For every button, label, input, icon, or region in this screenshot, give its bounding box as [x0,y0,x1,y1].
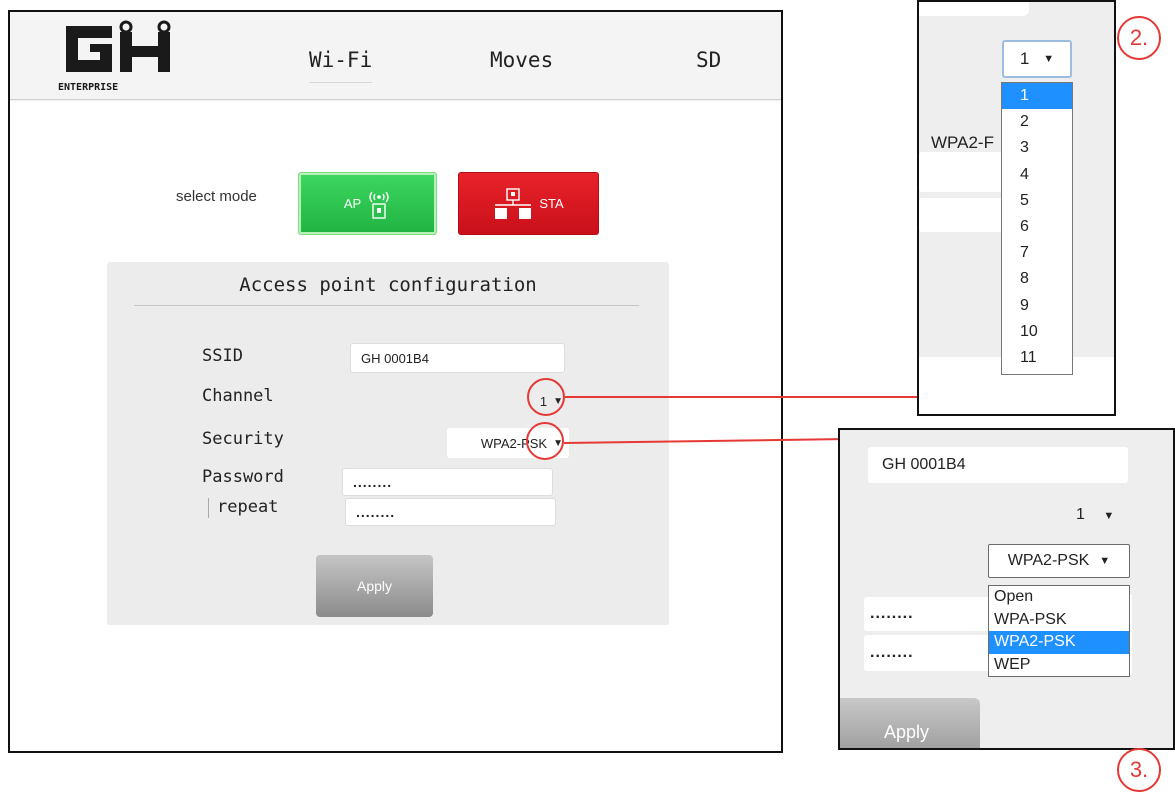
nav-sd[interactable]: SD [696,48,721,72]
zoom-channel-select[interactable]: 1 ▼ [1002,40,1072,78]
logo-subtext: ENTERPRISE [58,82,118,92]
channel-option[interactable]: 7 [1002,240,1072,266]
channel-option[interactable]: 11 [1002,345,1072,371]
zoom-ssid-field: GH 0001B4 [868,447,1128,483]
zoom-channel-value: 1 [1076,506,1085,523]
zoom-security-panel: GH 0001B4 1 ▼ WPA2-PSK ▼ ........ ......… [838,428,1175,750]
antenna-icon [369,191,389,219]
config-title: Access point configuration [239,274,537,296]
security-callout-circle [526,422,564,460]
step-2-marker: 2. [1117,16,1161,60]
channel-label: Channel [202,386,274,406]
repeat-label: repeat [217,497,279,517]
network-icon [495,187,532,219]
password-label: Password [202,467,284,487]
zoom-password-field: ........ [864,597,992,631]
header: ENTERPRISE Wi-Fi Moves SD [10,12,781,100]
sta-label: STA [539,196,564,211]
channel-option[interactable]: 10 [1002,319,1072,345]
zoom-apply-button[interactable]: Apply [840,698,980,748]
security-option[interactable]: WPA-PSK [989,609,1129,632]
repeat-mask: ........ [356,504,396,520]
channel-option[interactable]: 6 [1002,214,1072,240]
repeat-password-field[interactable]: ........ [345,498,556,526]
security-option[interactable]: WEP [989,654,1129,677]
security-option[interactable]: WPA2-PSK [989,631,1129,654]
channel-option[interactable]: 3 [1002,135,1072,161]
nav-wifi[interactable]: Wi-Fi [309,48,373,83]
chevron-down-icon: ▼ [1103,510,1115,522]
channel-option[interactable]: 2 [1002,109,1072,135]
channel-option[interactable]: 8 [1002,266,1072,292]
channel-leader-line [565,396,918,398]
zoom-channel-select[interactable]: 1 ▼ [1076,506,1114,524]
zoom-channel-selected: 1 [1019,49,1030,68]
password-field[interactable]: ........ [342,468,553,496]
select-mode-label: select mode [176,188,257,205]
channel-callout-circle [527,378,565,416]
ssid-input[interactable]: GH 0001B4 [350,343,565,373]
main-window: ENTERPRISE Wi-Fi Moves SD select mode AP… [8,10,783,753]
security-option[interactable]: Open [989,586,1129,609]
channel-option[interactable]: 4 [1002,162,1072,188]
zoom-channel-field-edge [919,2,1029,16]
title-divider [134,305,639,306]
logo: ENTERPRISE [58,20,171,92]
security-option-list: Open WPA-PSK WPA2-PSK WEP [988,585,1130,677]
text-cursor [208,498,209,518]
channel-option[interactable]: 5 [1002,188,1072,214]
chevron-down-icon: ▼ [1043,53,1055,65]
chevron-down-icon: ▼ [1099,555,1111,567]
ssid-label: SSID [202,346,243,366]
password-mask: ........ [353,474,393,490]
zoom-channel-panel: WPA2-F 1 ▼ 1 2 3 4 5 6 7 8 9 10 11 [917,0,1116,416]
nav-moves[interactable]: Moves [490,48,553,72]
apply-button[interactable]: Apply [316,555,433,617]
sta-mode-button[interactable]: STA [458,172,599,235]
channel-option[interactable]: 1 [1002,83,1072,110]
zoom-security-select[interactable]: WPA2-PSK ▼ [988,544,1130,578]
step-3-marker: 3. [1117,748,1161,792]
zoom-channel-security-text: WPA2-F [931,133,994,152]
security-label: Security [202,429,284,449]
zoom-repeat-field: ........ [864,635,992,671]
channel-option[interactable]: 9 [1002,293,1072,319]
ap-label: AP [343,196,362,211]
zoom-security-selected: WPA2-PSK [1007,552,1090,569]
ssid-value: GH 0001B4 [361,350,429,366]
ap-mode-button[interactable]: AP [298,172,437,235]
channel-option-list: 1 2 3 4 5 6 7 8 9 10 11 [1001,82,1073,375]
